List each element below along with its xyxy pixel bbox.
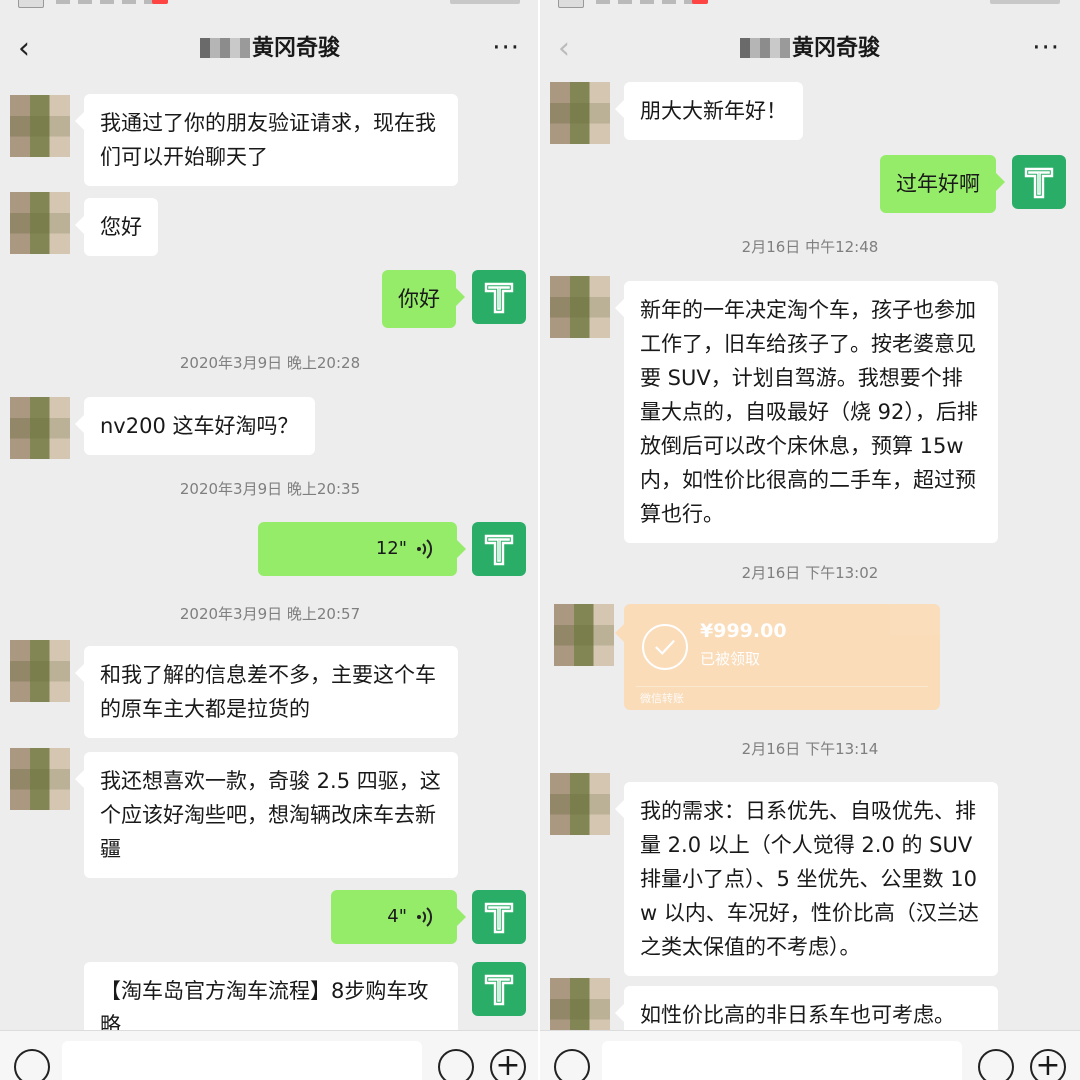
incoming-message[interactable]: 我通过了你的朋友验证请求，现在我们可以开始聊天了 bbox=[75, 94, 458, 186]
t-logo-icon bbox=[484, 534, 514, 566]
chat-header: ‹ 黄冈奇骏 ··· bbox=[540, 20, 1080, 80]
transfer-amount: ¥999.00 bbox=[700, 620, 787, 642]
voice-message[interactable]: 4" bbox=[331, 890, 466, 944]
incoming-message[interactable]: 我的需求：日系优先、自吸优先、排量 2.0 以上（个人觉得 2.0 的 SUV … bbox=[615, 782, 998, 976]
outgoing-message[interactable]: 过年好啊 bbox=[880, 155, 1005, 213]
notification-icon bbox=[692, 0, 708, 4]
t-logo-icon bbox=[484, 974, 514, 1006]
more-options-icon[interactable]: ··· bbox=[492, 34, 520, 62]
voice-duration: 4" bbox=[387, 906, 407, 927]
status-bar bbox=[540, 0, 1080, 14]
voice-message[interactable]: 12" bbox=[258, 522, 466, 576]
check-circle-icon bbox=[642, 624, 688, 670]
voice-duration: 12" bbox=[375, 538, 407, 559]
redacted-name-blur bbox=[199, 38, 250, 58]
hd-badge-icon bbox=[18, 0, 44, 8]
contact-avatar[interactable] bbox=[10, 640, 70, 702]
contact-avatar[interactable] bbox=[10, 397, 70, 459]
divider bbox=[636, 686, 928, 687]
chat-header: ‹ 黄冈奇骏 ··· bbox=[0, 20, 540, 80]
message-input[interactable] bbox=[62, 1041, 422, 1080]
redacted-name-blur bbox=[739, 38, 790, 58]
message-input[interactable] bbox=[602, 1041, 962, 1080]
contact-avatar[interactable] bbox=[10, 748, 70, 810]
outgoing-message[interactable]: 你好 bbox=[382, 270, 465, 328]
contact-avatar[interactable] bbox=[550, 773, 610, 835]
timestamp: 2月16日 下午13:02 bbox=[741, 564, 879, 582]
my-avatar[interactable] bbox=[472, 522, 526, 576]
contact-avatar[interactable] bbox=[554, 604, 614, 666]
contact-avatar[interactable] bbox=[10, 192, 70, 254]
timestamp: 2020年3月9日 晚上20:35 bbox=[179, 480, 361, 498]
my-avatar[interactable] bbox=[1012, 155, 1066, 209]
plus-icon[interactable]: + bbox=[1030, 1049, 1066, 1080]
timestamp: 2020年3月9日 晚上20:57 bbox=[179, 605, 361, 623]
voice-wave-icon bbox=[417, 539, 433, 559]
incoming-message[interactable]: nv200 这车好淘吗？ bbox=[75, 397, 315, 455]
contact-avatar[interactable] bbox=[10, 95, 70, 157]
t-logo-icon bbox=[484, 282, 514, 314]
chat-title: 黄冈奇骏 bbox=[0, 34, 540, 64]
timestamp: 2月16日 下午13:14 bbox=[741, 740, 879, 758]
my-avatar[interactable] bbox=[472, 962, 526, 1016]
left-chat-screen: ‹ 黄冈奇骏 ··· 我通过了你的朋友验证请求，现在我们可以开始聊天了 您好 你… bbox=[0, 0, 540, 1080]
my-avatar[interactable] bbox=[472, 270, 526, 324]
contact-avatar[interactable] bbox=[550, 276, 610, 338]
incoming-message[interactable]: 我还想喜欢一款，奇骏 2.5 四驱，这个应该好淘些吧，想淘辆改床车去新疆 bbox=[75, 752, 458, 878]
right-chat-screen: ‹ 黄冈奇骏 ··· 朋大大新年好！ 过年好啊 2月16日 中午12:48 新年… bbox=[540, 0, 1080, 1080]
voice-wave-icon bbox=[417, 907, 433, 927]
incoming-message[interactable]: 您好 bbox=[75, 198, 158, 256]
input-bar: + bbox=[0, 1030, 540, 1080]
incoming-message[interactable]: 新年的一年决定淘个车，孩子也参加工作了，旧车给孩子了。按老婆意见要 SUV，计划… bbox=[615, 281, 998, 543]
transfer-card[interactable]: ¥999.00 已被领取 微信转账 bbox=[615, 604, 940, 710]
plus-icon[interactable]: + bbox=[490, 1049, 526, 1080]
status-bar bbox=[0, 0, 540, 14]
signal-icon bbox=[56, 0, 166, 4]
voice-input-icon[interactable] bbox=[14, 1049, 50, 1080]
t-logo-icon bbox=[1024, 167, 1054, 199]
input-bar: + bbox=[540, 1030, 1080, 1080]
timestamp: 2月16日 中午12:48 bbox=[741, 238, 879, 256]
t-logo-icon bbox=[484, 902, 514, 934]
incoming-message[interactable]: 朋大大新年好！ bbox=[615, 82, 803, 140]
timestamp: 2020年3月9日 晚上20:28 bbox=[179, 354, 361, 372]
chat-title-text: 黄冈奇骏 bbox=[251, 36, 340, 61]
emoji-icon[interactable] bbox=[978, 1049, 1014, 1080]
chat-title: 黄冈奇骏 bbox=[540, 34, 1080, 64]
transfer-label: 微信转账 bbox=[640, 692, 684, 705]
chat-title-text: 黄冈奇骏 bbox=[791, 36, 880, 61]
hd-badge-icon bbox=[558, 0, 584, 8]
battery-icon bbox=[450, 0, 520, 4]
more-options-icon[interactable]: ··· bbox=[1032, 34, 1060, 62]
incoming-message[interactable]: 和我了解的信息差不多，主要这个车的原车主大都是拉货的 bbox=[75, 646, 458, 738]
contact-avatar[interactable] bbox=[550, 82, 610, 144]
signal-icon bbox=[596, 0, 706, 4]
battery-icon bbox=[990, 0, 1060, 4]
emoji-icon[interactable] bbox=[438, 1049, 474, 1080]
voice-input-icon[interactable] bbox=[554, 1049, 590, 1080]
my-avatar[interactable] bbox=[472, 890, 526, 944]
transfer-status: 已被领取 bbox=[700, 650, 761, 668]
notification-icon bbox=[152, 0, 168, 4]
